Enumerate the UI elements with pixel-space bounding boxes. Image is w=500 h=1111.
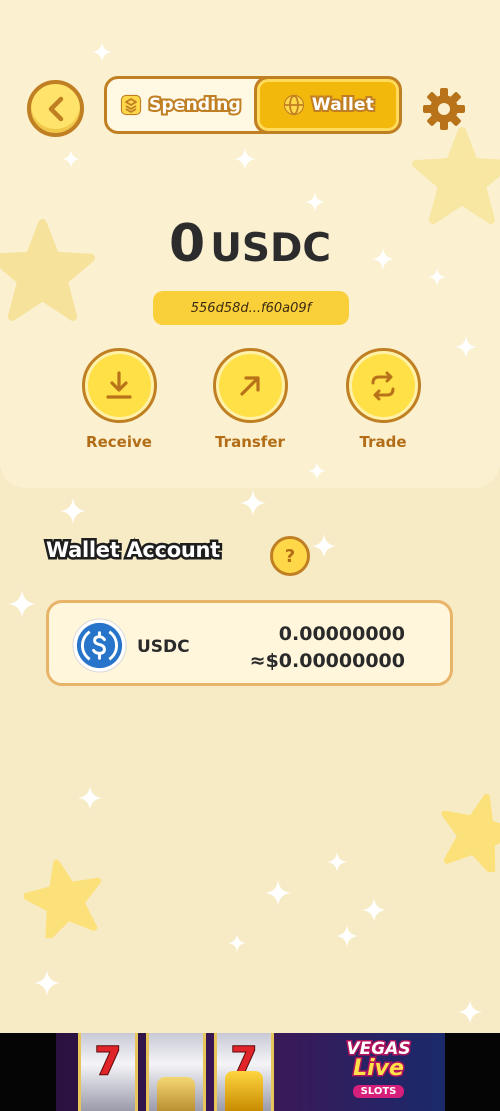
sparkle-icon: [458, 1000, 482, 1024]
sparkle-icon: [362, 898, 386, 922]
sparkle-icon: [60, 498, 86, 524]
wallet-account-title: Wallet Account: [44, 536, 223, 565]
sparkle-icon: [92, 42, 112, 62]
token-usd-value: ≈$0.00000000: [249, 650, 405, 672]
reel-seven: 7: [94, 1038, 122, 1084]
tab-spending-label: Spending: [147, 93, 243, 117]
sparkle-icon: [8, 590, 36, 618]
download-icon: [106, 370, 132, 399]
wallet-address: 556d58d...f60a09f: [190, 300, 312, 316]
sparkle-icon: [265, 880, 291, 906]
sparkle-icon: [240, 490, 266, 516]
transfer-button[interactable]: Transfer: [210, 348, 290, 451]
token-amount: 0.00000000: [278, 623, 405, 645]
decorative-star-icon: [412, 127, 500, 224]
trade-button[interactable]: Trade: [343, 348, 423, 451]
balance-amount: 0: [169, 214, 205, 274]
tab-wallet[interactable]: Wallet: [254, 76, 402, 134]
transfer-circle-inner: [218, 354, 282, 417]
settings-button[interactable]: [421, 86, 467, 132]
reel-gold-bar: [225, 1071, 263, 1111]
chevron-left-icon: [48, 96, 63, 121]
sparkle-icon: [305, 192, 325, 212]
arrow-up-right-icon: [240, 375, 260, 396]
tab-wallet-label: Wallet: [310, 93, 376, 117]
receive-button[interactable]: Receive: [79, 348, 159, 451]
slot-reel: [146, 1033, 206, 1111]
ad-logo-line3: SLOTS: [352, 1085, 405, 1098]
receive-circle-inner: [87, 354, 151, 417]
back-button[interactable]: [27, 80, 84, 137]
sparkle-icon: [327, 852, 347, 872]
vegas-live-slots-logo: VEGAS Live SLOTS: [321, 1038, 436, 1099]
sparkle-icon: [62, 150, 80, 168]
slot-reel: 7: [214, 1033, 274, 1111]
sparkle-icon: [455, 336, 477, 358]
swap-icon: [371, 371, 395, 400]
decorative-star-icon: [24, 859, 102, 938]
receive-label: Receive: [86, 433, 152, 451]
sparkle-icon: [234, 148, 256, 170]
sparkle-icon: [308, 462, 326, 480]
stack-icon: [120, 94, 142, 116]
wallet-address-pill[interactable]: 556d58d...f60a09f: [153, 291, 349, 325]
sparkle-icon: [78, 786, 102, 810]
spending-wallet-toggle: Spending Wallet: [104, 76, 402, 134]
balance-currency: USDC: [210, 226, 331, 271]
help-button[interactable]: ?: [270, 536, 310, 576]
sparkle-icon: [228, 934, 246, 952]
gear-icon: [423, 88, 465, 130]
token-row-usdc[interactable]: USDC 0.00000000 ≈$0.00000000: [46, 600, 453, 686]
sparkle-icon: [34, 970, 60, 996]
wallet-top-panel: Spending Wallet 0 USDC 556d58d...f60a09f…: [0, 0, 500, 488]
trade-circle-inner: [351, 354, 415, 417]
reel-gold-bar: [157, 1077, 195, 1111]
ad-creative: 7 7 VEGAS Live SLOTS: [56, 1033, 445, 1111]
ad-banner[interactable]: 7 7 VEGAS Live SLOTS: [0, 1033, 500, 1111]
usdc-coin-icon: [72, 618, 127, 673]
trade-circle: [345, 348, 421, 423]
globe-icon: [283, 94, 305, 116]
balance-display: 0 USDC: [0, 214, 500, 274]
transfer-label: Transfer: [215, 433, 285, 451]
question-icon: ?: [284, 545, 296, 567]
token-symbol: USDC: [137, 637, 190, 657]
transfer-circle: [212, 348, 288, 423]
ad-logo-line2: Live: [352, 1055, 406, 1083]
slot-reel: 7: [78, 1033, 138, 1111]
decorative-star-icon: [441, 793, 500, 872]
receive-circle: [81, 348, 157, 423]
sparkle-icon: [336, 925, 358, 947]
tab-spending[interactable]: Spending: [107, 79, 253, 131]
trade-label: Trade: [359, 433, 407, 451]
sparkle-icon: [312, 534, 336, 558]
